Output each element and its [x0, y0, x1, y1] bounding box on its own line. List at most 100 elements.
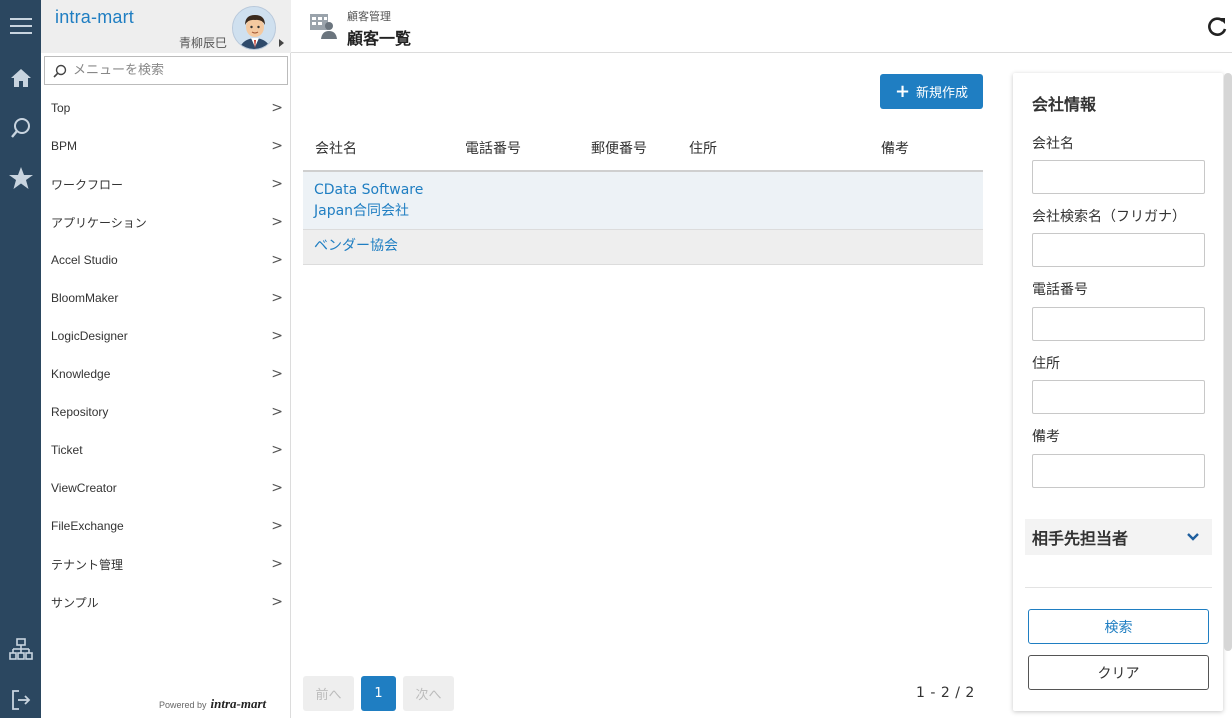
address-input[interactable]: [1032, 380, 1205, 414]
chevron-right-icon: >: [271, 100, 283, 116]
sidebar-item-label: LogicDesigner: [51, 329, 128, 343]
column-header-note: 備考: [881, 141, 909, 157]
menu-search-input[interactable]: [73, 63, 263, 78]
chevron-right-icon: >: [271, 328, 283, 344]
chevron-right-icon: >: [271, 518, 283, 534]
field-label-company: 会社名: [1032, 136, 1074, 152]
column-header-postal: 郵便番号: [591, 141, 647, 157]
menu-search[interactable]: [44, 56, 288, 85]
favorites-button[interactable]: [0, 156, 41, 200]
sidebar-item-sample[interactable]: サンプル >: [41, 583, 291, 621]
chevron-right-icon: >: [271, 480, 283, 496]
page-1-button[interactable]: 1: [361, 676, 396, 711]
sidebar: intra-mart 青柳辰巳 メニューを検索 Top > BPM > ワークフ…: [41, 0, 291, 718]
table-row[interactable]: CData Software Japan合同会社: [303, 172, 983, 230]
search-button[interactable]: [0, 106, 41, 150]
chevron-right-icon: >: [271, 556, 283, 572]
sidebar-item-knowledge[interactable]: Knowledge >: [41, 355, 291, 393]
refresh-icon: [1208, 17, 1227, 36]
new-create-button[interactable]: + 新規作成: [880, 74, 983, 109]
chevron-right-icon: >: [271, 366, 283, 382]
breadcrumb: 顧客管理: [347, 10, 391, 23]
page-count: 1 - 2 / 2: [916, 685, 975, 701]
powered-by-logo: intra-mart: [210, 696, 267, 711]
search-icon: [10, 118, 30, 138]
sidebar-item-accel-studio[interactable]: Accel Studio >: [41, 241, 291, 279]
search-panel: 会社情報 会社名 会社検索名（フリガナ） 電話番号 住所 備考 相手先担当者 検…: [1013, 73, 1223, 711]
table-header: 会社名 電話番号 郵便番号 住所 備考: [303, 126, 983, 172]
sidebar-item-application[interactable]: アプリケーション >: [41, 203, 291, 241]
contact-section-label: 相手先担当者: [1032, 529, 1129, 548]
powered-by: Powered by intra-mart: [159, 696, 266, 712]
company-link[interactable]: CData Software: [314, 180, 972, 201]
sidebar-item-tenant-admin[interactable]: テナント管理 >: [41, 545, 291, 583]
field-label-kana: 会社検索名（フリガナ）: [1032, 209, 1186, 225]
home-button[interactable]: [0, 56, 41, 100]
pagination: 前へ 1 次へ: [303, 676, 454, 711]
field-label-phone: 電話番号: [1032, 282, 1088, 298]
brand-area: intra-mart 青柳辰巳: [41, 0, 291, 53]
caret-right-icon[interactable]: [279, 39, 284, 47]
sidebar-item-fileexchange[interactable]: FileExchange >: [41, 507, 291, 545]
company-name-input[interactable]: [1032, 160, 1205, 194]
note-input[interactable]: [1032, 454, 1205, 488]
panel-scrollbar[interactable]: [1224, 73, 1232, 651]
star-icon: [8, 167, 33, 189]
user-name: 青柳辰巳: [178, 36, 227, 50]
company-link[interactable]: Japan合同会社: [314, 201, 972, 222]
sitemap-button[interactable]: [0, 628, 41, 672]
chevron-down-icon: [1187, 533, 1199, 541]
chevron-right-icon: >: [271, 214, 283, 230]
sitemap-icon: [8, 638, 33, 660]
table-row[interactable]: ベンダー協会: [303, 230, 983, 265]
next-page-button[interactable]: 次へ: [403, 676, 454, 711]
company-link[interactable]: ベンダー協会: [314, 236, 972, 257]
chevron-right-icon: >: [271, 404, 283, 420]
clear-button[interactable]: クリア: [1028, 655, 1209, 690]
field-label-address: 住所: [1032, 356, 1060, 372]
app-root: intra-mart 青柳辰巳 メニューを検索 Top > BPM > ワークフ…: [0, 0, 1232, 718]
chevron-right-icon: >: [271, 594, 283, 610]
page-header: 顧客管理 顧客一覧: [291, 0, 1232, 53]
logout-button[interactable]: [0, 678, 41, 718]
sidebar-item-label: FileExchange: [51, 519, 124, 533]
sidebar-item-bpm[interactable]: BPM >: [41, 127, 291, 165]
refresh-button[interactable]: [1206, 16, 1228, 42]
home-icon: [10, 69, 31, 87]
sidebar-item-bloommaker[interactable]: BloomMaker >: [41, 279, 291, 317]
avatar-icon: [233, 7, 275, 49]
powered-by-text: Powered by: [159, 700, 207, 710]
sidebar-item-label: BPM: [51, 139, 78, 153]
search-button[interactable]: 検索: [1028, 609, 1209, 644]
sidebar-item-label: ViewCreator: [51, 481, 117, 495]
sidebar-item-label: BloomMaker: [51, 291, 119, 305]
column-header-company: 会社名: [315, 141, 357, 157]
contact-person-section[interactable]: 相手先担当者: [1025, 519, 1212, 555]
company-kana-input[interactable]: [1032, 233, 1205, 267]
sidebar-item-label: Accel Studio: [51, 253, 118, 267]
sidebar-item-label: Ticket: [51, 443, 83, 457]
field-label-note: 備考: [1032, 429, 1060, 445]
page-title: 顧客一覧: [347, 29, 412, 48]
sidebar-item-logicdesigner[interactable]: LogicDesigner >: [41, 317, 291, 355]
new-create-label: 新規作成: [916, 86, 969, 101]
sidebar-item-label: Top: [51, 101, 71, 115]
sidebar-item-top[interactable]: Top >: [41, 89, 291, 127]
brand-logo[interactable]: intra-mart: [55, 7, 134, 28]
logout-icon: [11, 690, 30, 710]
sidebar-menu: Top > BPM > ワークフロー > アプリケーション > Accel Studio…: [41, 89, 291, 621]
sidebar-item-workflow[interactable]: ワークフロー >: [41, 165, 291, 203]
main-content: + 新規作成 会社名 電話番号 郵便番号 住所 備考 CData Softwar…: [291, 54, 1011, 718]
sidebar-item-viewcreator[interactable]: ViewCreator >: [41, 469, 291, 507]
sidebar-item-ticket[interactable]: Ticket >: [41, 431, 291, 469]
prev-page-button[interactable]: 前へ: [303, 676, 354, 711]
avatar[interactable]: [232, 6, 276, 50]
column-header-phone: 電話番号: [465, 141, 521, 157]
chevron-right-icon: >: [271, 176, 283, 192]
menu-icon: [9, 18, 32, 34]
menu-toggle-button[interactable]: [0, 4, 41, 48]
phone-input[interactable]: [1032, 307, 1205, 341]
sidebar-item-label: テナント管理: [51, 557, 124, 572]
sidebar-item-label: Knowledge: [51, 367, 111, 381]
sidebar-item-repository[interactable]: Repository >: [41, 393, 291, 431]
